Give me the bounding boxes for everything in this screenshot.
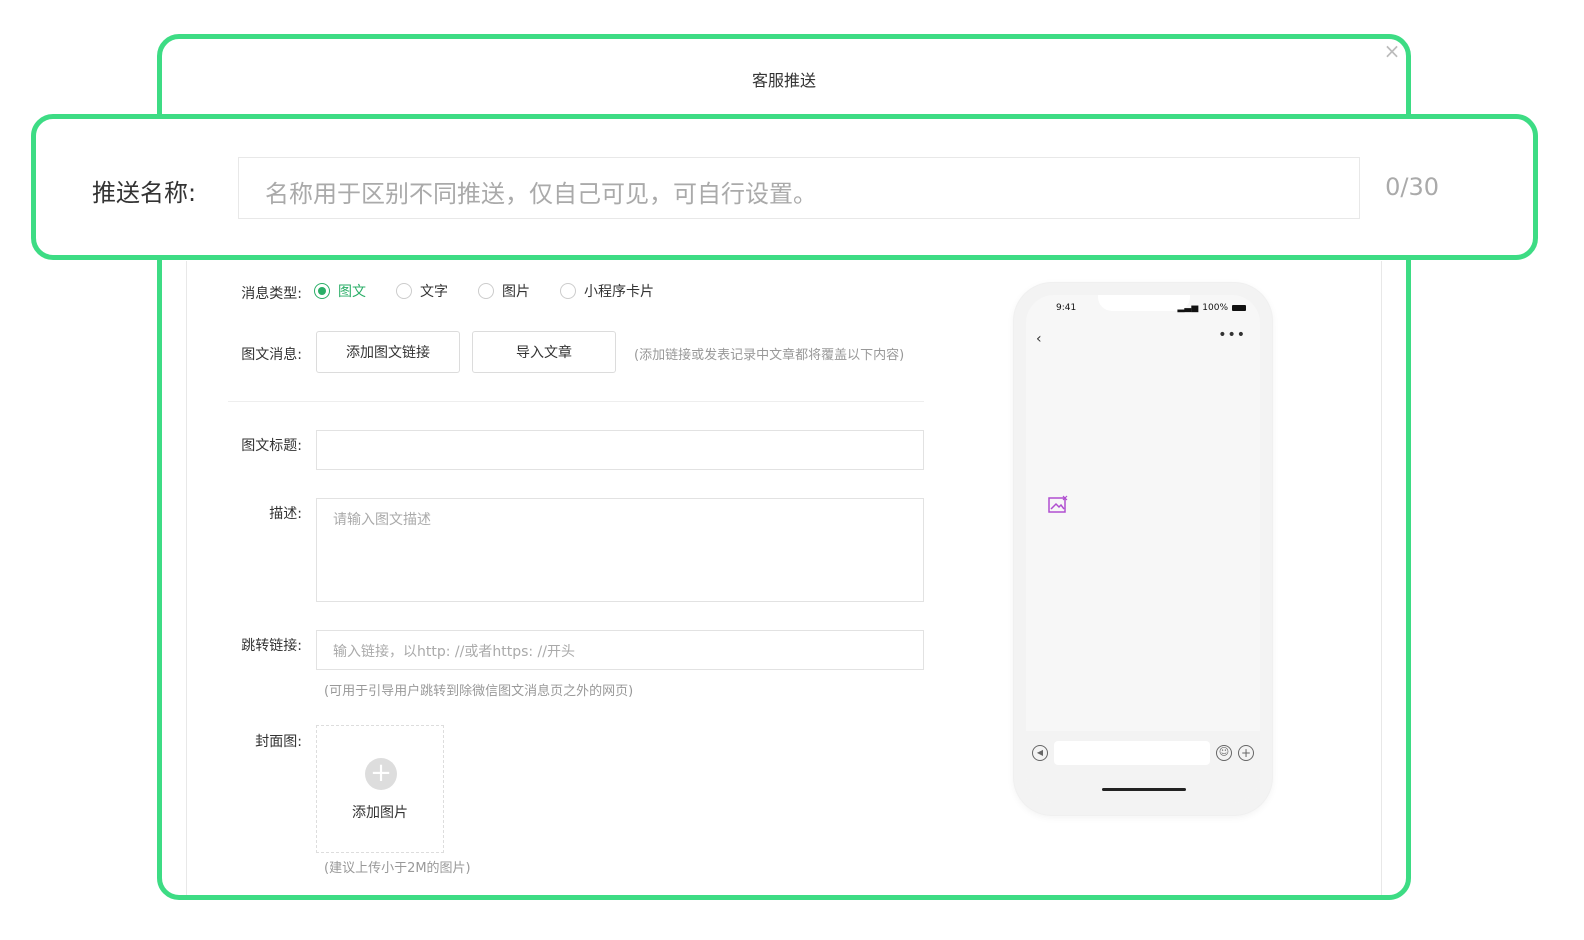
phone-chat-bar: ◀ ☺ + [1026, 731, 1260, 803]
radio-option-text[interactable]: 文字 [396, 281, 448, 301]
home-indicator [1102, 788, 1186, 791]
article-title-label: 图文标题: [241, 438, 302, 454]
article-title-input[interactable] [316, 430, 924, 470]
phone-screen: 9:41 ▂▃▅ 100% ‹ ••• ◀ ☺ + [1026, 295, 1260, 803]
cover-upload-area[interactable]: + 添加图片 [316, 725, 444, 853]
modal-title: 客服推送 [751, 71, 816, 90]
article-message-label: 图文消息: [241, 347, 302, 363]
jump-link-hint: (可用于引导用户跳转到除微信图文消息页之外的网页) [324, 684, 634, 699]
description-textarea[interactable]: 请输入图文描述 [316, 498, 924, 602]
divider [228, 401, 924, 402]
phone-preview: 9:41 ▂▃▅ 100% ‹ ••• ◀ ☺ + [1014, 283, 1272, 815]
cover-hint: (建议上传小于2M的图片) [324, 861, 471, 876]
description-label: 描述: [269, 506, 302, 522]
status-time: 9:41 [1056, 303, 1077, 313]
radio-option-image[interactable]: 图片 [478, 281, 530, 301]
emoji-icon: ☺ [1216, 745, 1232, 761]
radio-option-article[interactable]: 图文 [314, 281, 366, 301]
status-bar-right: ▂▃▅ 100% [1177, 303, 1246, 313]
jump-link-label: 跳转链接: [241, 638, 302, 654]
radio-icon [478, 283, 494, 299]
add-article-link-button[interactable]: 添加图文链接 [316, 331, 460, 373]
article-message-hint: (添加链接或发表记录中文章都将覆盖以下内容) [634, 348, 905, 363]
more-icon: ••• [1218, 327, 1246, 343]
import-article-button[interactable]: 导入文章 [472, 331, 616, 373]
add-image-label: 添加图片 [352, 805, 408, 821]
radio-checked-icon [314, 283, 330, 299]
voice-icon: ◀ [1032, 745, 1048, 761]
message-type-radio-group: 图文 文字 图片 小程序卡片 [314, 281, 654, 301]
push-name-counter: 0/30 [1385, 173, 1439, 201]
chat-input [1054, 741, 1210, 765]
image-placeholder-icon [1048, 495, 1068, 513]
battery-percent: 100% [1202, 303, 1228, 313]
signal-icon: ▂▃▅ [1177, 303, 1199, 313]
jump-link-input[interactable]: 输入链接，以http: //或者https: //开头 [316, 630, 924, 670]
radio-icon [396, 283, 412, 299]
push-name-highlight: 推送名称: 名称用于区别不同推送，仅自己可见，可自行设置。 0/30 [31, 114, 1538, 260]
close-icon[interactable]: × [1382, 41, 1402, 61]
battery-icon [1232, 305, 1246, 311]
back-icon: ‹ [1036, 331, 1042, 347]
radio-option-miniprogram-card[interactable]: 小程序卡片 [560, 281, 654, 301]
push-name-input[interactable]: 名称用于区别不同推送，仅自己可见，可自行设置。 [238, 157, 1360, 219]
cover-label: 封面图: [255, 734, 302, 750]
radio-icon [560, 283, 576, 299]
add-icon: + [1238, 745, 1254, 761]
message-type-label: 消息类型: [241, 286, 302, 302]
push-name-label: 推送名称: [92, 179, 197, 207]
plus-icon: + [365, 758, 397, 790]
phone-notch [1098, 295, 1190, 311]
